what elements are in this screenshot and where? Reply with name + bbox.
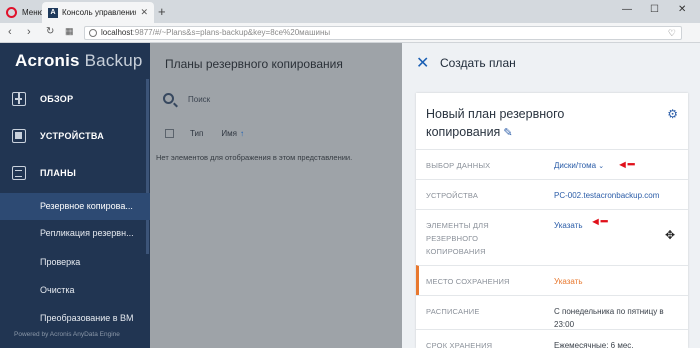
url-path: :9877/#/~Plans&s=plans-backup&key=8ce%20… (132, 28, 331, 37)
address-bar[interactable]: localhost:9877/#/~Plans&s=plans-backup&k… (84, 26, 682, 40)
close-window-button[interactable]: ✕ (678, 4, 686, 15)
browser-tab-bar: Меню A Консоль управления резерв ✕ + — ☐… (0, 0, 700, 23)
plans-list-area: Планы резервного копирования Поиск Тип И… (150, 43, 402, 348)
schedule-link[interactable]: С понедельника по пятницу в 23:00 (554, 305, 679, 331)
maximize-button[interactable]: ☐ (650, 4, 659, 15)
back-icon[interactable]: ‹ (8, 26, 12, 38)
row-retention: СРОК ХРАНЕНИЯ Ежемесячные: 6 мес. (416, 329, 688, 348)
browser-toolbar: ‹ › ↻ ▦ localhost:9877/#/~Plans&s=plans-… (0, 23, 700, 43)
row-destination: МЕСТО СОХРАНЕНИЯ Указать (416, 265, 688, 295)
sidebar-item-plans[interactable]: ПЛАНЫ (0, 154, 150, 192)
plan-card: Новый план резервного копирования ✎ ⚙ ВЫБ… (416, 93, 688, 348)
row-schedule: РАСПИСАНИЕ С понедельника по пятницу в 2… (416, 295, 688, 329)
move-cursor-icon: ✥ (665, 228, 676, 242)
sidebar-subitem-validation[interactable]: Проверка (0, 249, 150, 276)
red-arrow-icon: ◄━ (617, 159, 635, 171)
tab-console[interactable]: A Консоль управления резерв ✕ (42, 2, 154, 23)
page-title: Планы резервного копирования (165, 57, 343, 71)
retention-link[interactable]: Ежемесячные: 6 мес. (554, 339, 634, 348)
opera-logo-icon (6, 7, 17, 18)
powered-by-text: Powered by Acronis AnyData Engine (14, 331, 120, 338)
tab-console-label: Консоль управления резерв (62, 8, 137, 17)
search-input[interactable]: Поиск (188, 95, 210, 104)
bookmark-heart-icon[interactable]: ♡ (668, 27, 676, 39)
sidebar-subitem-replication[interactable]: Репликация резервн... (0, 220, 150, 247)
row-devices: УСТРОЙСТВА PC-002.testacronbackup.com (416, 179, 688, 209)
empty-list-message: Нет элементов для отображения в этом пре… (156, 153, 353, 162)
row-key: СРОК ХРАНЕНИЯ (426, 341, 493, 348)
close-panel-icon[interactable]: ✕ (416, 53, 429, 73)
edit-pencil-icon[interactable]: ✎ (503, 124, 512, 142)
backup-items-link[interactable]: Указать (554, 219, 583, 232)
tab-close-icon[interactable]: ✕ (140, 7, 148, 18)
sidebar-item-overview[interactable]: ОБЗОР (0, 80, 150, 118)
gear-icon[interactable]: ⚙ (667, 107, 678, 121)
sidebar: Acronis Backup ОБЗОР УСТРОЙСТВА ПЛАНЫ Ре… (0, 43, 150, 348)
dashboard-icon (12, 92, 26, 106)
sidebar-item-devices[interactable]: УСТРОЙСТВА (0, 117, 150, 155)
sidebar-subitem-cleanup[interactable]: Очистка (0, 277, 150, 304)
row-key: УСТРОЙСТВА (426, 191, 479, 200)
sidebar-subitem-backup[interactable]: Резервное копирова... (0, 193, 150, 220)
sidebar-subitem-vm-conversion[interactable]: Преобразование в ВМ (0, 305, 150, 332)
create-plan-panel: ✕ Создать план Новый план резервного коп… (402, 43, 700, 348)
sort-ascending-icon[interactable]: ↑ (240, 129, 244, 138)
column-type[interactable]: Тип (190, 129, 203, 138)
plan-name-text: Новый план резервного копирования (426, 107, 565, 139)
sidebar-item-label: ОБЗОР (40, 94, 74, 104)
data-selection-value: Диски/тома (554, 161, 597, 170)
red-arrow-icon: ◄━ (590, 216, 608, 228)
plans-icon (12, 166, 26, 180)
sidebar-item-label: УСТРОЙСТВА (40, 131, 105, 141)
acronis-favicon-icon: A (48, 7, 58, 18)
table-header: Тип Имя ↑ (165, 129, 244, 138)
new-tab-button[interactable]: + (158, 4, 166, 19)
plan-name[interactable]: Новый план резервного копирования ✎ (426, 105, 626, 142)
minimize-button[interactable]: — (622, 4, 632, 15)
data-selection-dropdown[interactable]: Диски/тома ⌄ (554, 159, 604, 173)
devices-link[interactable]: PC-002.testacronbackup.com (554, 189, 659, 202)
devices-icon (12, 129, 26, 143)
destination-link[interactable]: Указать (554, 275, 583, 288)
row-backup-items: ЭЛЕМЕНТЫ ДЛЯ РЕЗЕРВНОГО КОПИРОВАНИЯ Указ… (416, 209, 688, 265)
row-key: РАСПИСАНИЕ (426, 307, 480, 316)
row-key: ЭЛЕМЕНТЫ ДЛЯ РЕЗЕРВНОГО КОПИРОВАНИЯ (426, 221, 489, 256)
logo-brand: Acronis (15, 51, 80, 70)
sidebar-item-label: ПЛАНЫ (40, 168, 77, 178)
panel-title: Создать план (440, 56, 516, 70)
tab-menu-label: Меню (22, 8, 44, 17)
globe-icon (89, 29, 97, 37)
select-all-checkbox[interactable] (165, 129, 174, 138)
reload-icon[interactable]: ↻ (46, 26, 54, 37)
speed-dial-icon[interactable]: ▦ (65, 26, 74, 37)
acronis-backup-logo: Acronis Backup (15, 51, 143, 71)
url-host: localhost (101, 28, 133, 37)
search-icon[interactable] (163, 93, 174, 104)
column-name[interactable]: Имя (221, 129, 237, 138)
row-key: ВЫБОР ДАННЫХ (426, 161, 491, 170)
row-key: МЕСТО СОХРАНЕНИЯ (426, 277, 510, 286)
tab-menu[interactable]: Меню (0, 2, 44, 23)
chevron-down-icon: ⌄ (598, 163, 605, 170)
row-data-selection: ВЫБОР ДАННЫХ Диски/тома ⌄ (416, 149, 688, 179)
logo-product: Backup (84, 51, 143, 70)
forward-icon[interactable]: › (27, 26, 31, 38)
